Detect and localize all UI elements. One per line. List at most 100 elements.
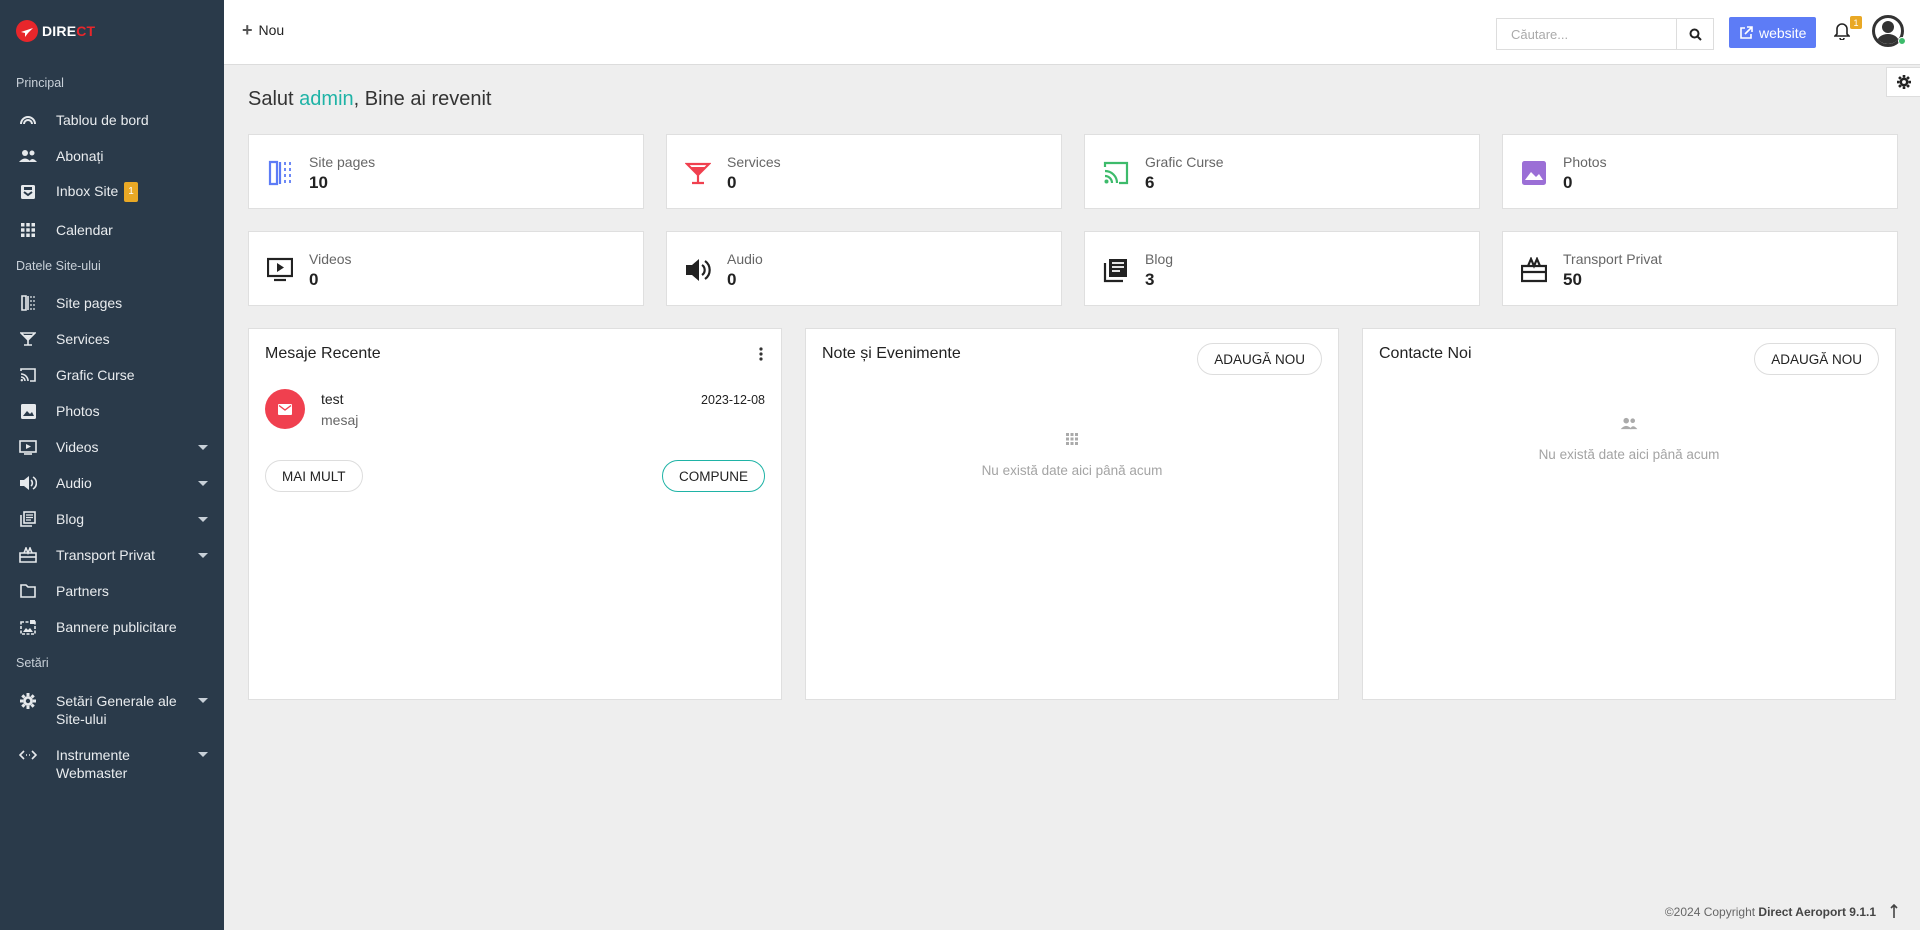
empty-state-text: Nu există date aici până acum [981,463,1163,478]
calendar-icon [19,221,37,239]
pages-icon [19,294,37,312]
mail-icon [278,403,292,415]
online-status-dot [1898,37,1906,45]
chevron-down-icon [198,552,208,558]
cocktail-icon [19,330,37,348]
sidebar-item-videos[interactable]: Videos [0,431,224,463]
sidebar-item-transport-privat[interactable]: Transport Privat [0,539,224,571]
sidebar-item-general-settings[interactable]: Setări Generale ale Site-ului [0,692,224,732]
chevron-down-icon [198,516,208,522]
sidebar-item-subscribers[interactable]: Abonați [0,140,224,172]
new-contacts-panel: Contacte Noi ADAUGĂ NOU Nu există date a… [1362,328,1896,700]
sidebar-item-photos[interactable]: Photos [0,395,224,427]
sidebar-item-calendar[interactable]: Calendar [0,214,224,246]
section-title-principal: Principal [16,76,64,90]
empty-state-text: Nu există date aici până acum [1538,447,1720,462]
stat-card-videos[interactable]: Videos 0 [248,231,644,306]
section-title-settings: Setări [16,656,49,670]
sidebar-item-grafic-curse[interactable]: Grafic Curse [0,359,224,391]
transport-icon [1521,257,1547,283]
search-input[interactable] [1496,18,1676,50]
stat-card-audio[interactable]: Audio 0 [666,231,1062,306]
footer-copyright: ©2024 Copyright Direct Aeroport 9.1.1 [1664,905,1876,919]
search-button[interactable] [1676,18,1714,50]
website-button[interactable]: website [1729,17,1817,48]
bell-icon [1833,23,1851,41]
chevron-down-icon [198,480,208,486]
sidebar-item-partners[interactable]: Partners [0,575,224,607]
grid-dots-icon [1066,433,1078,445]
more-vertical-icon[interactable] [759,347,763,361]
new-button[interactable]: + Nou [242,20,284,40]
logo[interactable]: DIRECT [16,20,95,42]
logo-text: DIRECT [42,23,96,39]
panel-title: Contacte Noi [1379,345,1472,362]
photo-icon [19,402,37,420]
audio-icon [19,474,37,492]
sidebar-item-webmaster-tools[interactable]: Instrumente Webmaster [0,746,224,786]
pages-icon [268,160,291,186]
panel-title: Mesaje Recente [265,345,381,362]
sidebar-item-bannere[interactable]: Bannere publicitare [0,611,224,643]
users-icon [1620,417,1638,430]
stat-card-photos[interactable]: Photos 0 [1502,134,1898,209]
video-icon [19,438,37,456]
add-note-button[interactable]: ADAUGĂ NOU [1197,343,1322,375]
theme-settings-button[interactable] [1886,67,1920,97]
chevron-down-icon [198,444,208,450]
inbox-count-badge: 1 [124,182,138,203]
plane-logo-icon [16,20,38,42]
inbox-icon [19,183,37,201]
add-contact-button[interactable]: ADAUGĂ NOU [1754,343,1879,375]
footer-brand: Direct Aeroport 9.1.1 [1758,905,1876,919]
gear-icon [1896,75,1911,89]
search-icon [1689,28,1702,41]
folder-icon [19,582,37,600]
section-title-site-data: Datele Site-ului [16,259,101,273]
stat-card-services[interactable]: Services 0 [666,134,1062,209]
message-sender: test [321,391,344,407]
cocktail-icon [685,162,711,185]
welcome-greeting: Salut admin, Bine ai revenit [248,88,492,110]
panel-title: Note și Evenimente [822,345,961,362]
stat-card-site-pages[interactable]: Site pages 10 [248,134,644,209]
chevron-down-icon [198,752,208,757]
more-messages-button[interactable]: MAI MULT [265,460,363,492]
sidebar-item-dashboard[interactable]: Tablou de bord [0,104,224,136]
blog-icon [19,510,37,528]
chevron-down-icon [198,698,208,703]
banner-icon [19,618,37,636]
blog-icon [1103,259,1127,283]
scroll-top-icon[interactable] [1890,903,1898,921]
sidebar-item-site-pages[interactable]: Site pages [0,287,224,319]
sidebar-item-blog[interactable]: Blog [0,503,224,535]
sidebar-item-services[interactable]: Services [0,323,224,355]
topbar: + Nou website 1 [224,0,1920,65]
message-date: 2023-12-08 [701,393,765,407]
greeting-username: admin [299,88,354,110]
plus-icon: + [242,20,253,40]
code-icon [19,746,37,764]
sidebar-item-audio[interactable]: Audio [0,467,224,499]
compose-button[interactable]: COMPUNE [661,460,765,492]
transport-icon [19,546,37,564]
notes-events-panel: Note și Evenimente ADAUGĂ NOU Nu există … [805,328,1339,700]
photo-icon [1522,161,1546,185]
search-bar [1496,18,1714,50]
message-preview: mesaj [321,412,359,428]
dashboard-icon [19,111,37,129]
audio-icon [686,259,711,281]
gear-icon [19,692,37,710]
sidebar-item-inbox[interactable]: Inbox Site 1 [0,176,224,208]
sidebar: DIRECT Principal Tablou de bord Abonați … [0,0,224,930]
cast-icon [19,366,37,384]
users-icon [19,147,37,165]
recent-messages-panel: Mesaje Recente test mesaj 2023-12-08 MAI… [248,328,782,700]
stat-card-blog[interactable]: Blog 3 [1084,231,1480,306]
notification-count-badge: 1 [1850,16,1862,29]
video-icon [267,257,293,282]
mail-avatar [265,389,305,429]
cast-icon [1103,161,1129,185]
stat-card-grafic-curse[interactable]: Grafic Curse 6 [1084,134,1480,209]
stat-card-transport-privat[interactable]: Transport Privat 50 [1502,231,1898,306]
